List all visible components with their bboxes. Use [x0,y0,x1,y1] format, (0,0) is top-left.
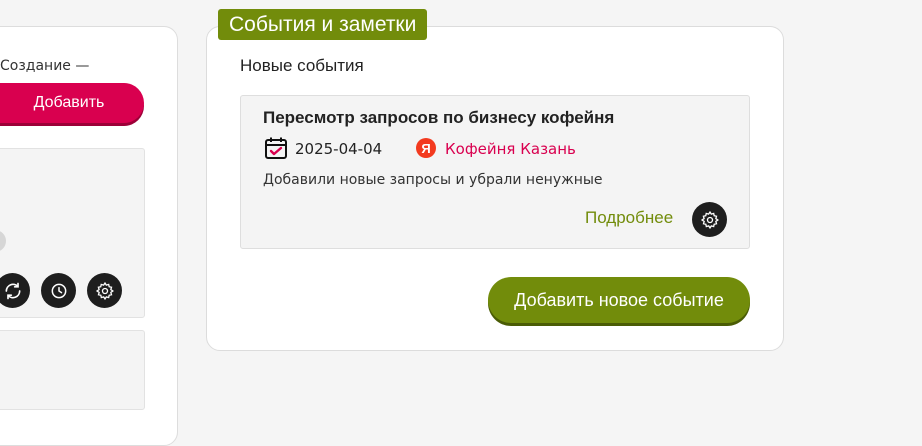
event-settings-icon[interactable] [692,202,727,237]
create-label: Создание — [0,58,90,74]
left-card [0,330,145,410]
event-title: Пересмотр запросов по бизнесу кофейня [263,108,615,127]
new-events-title: Новые события [240,56,364,75]
calendar-icon [265,137,287,159]
yandex-icon: Я [416,138,436,158]
more-link[interactable]: Подробнее [585,208,673,228]
event-date: 2025-04-04 [295,140,383,158]
clock-icon[interactable] [41,273,76,308]
event-description: Добавили новые запросы и убрали ненужные [263,172,603,188]
event-place-link[interactable]: Кофейня Казань [445,140,576,158]
add-event-button[interactable]: Добавить новое событие [488,277,750,323]
gear-icon[interactable] [87,273,122,308]
section-tag: События и заметки [218,9,428,40]
add-button[interactable]: Добавить [0,83,144,123]
